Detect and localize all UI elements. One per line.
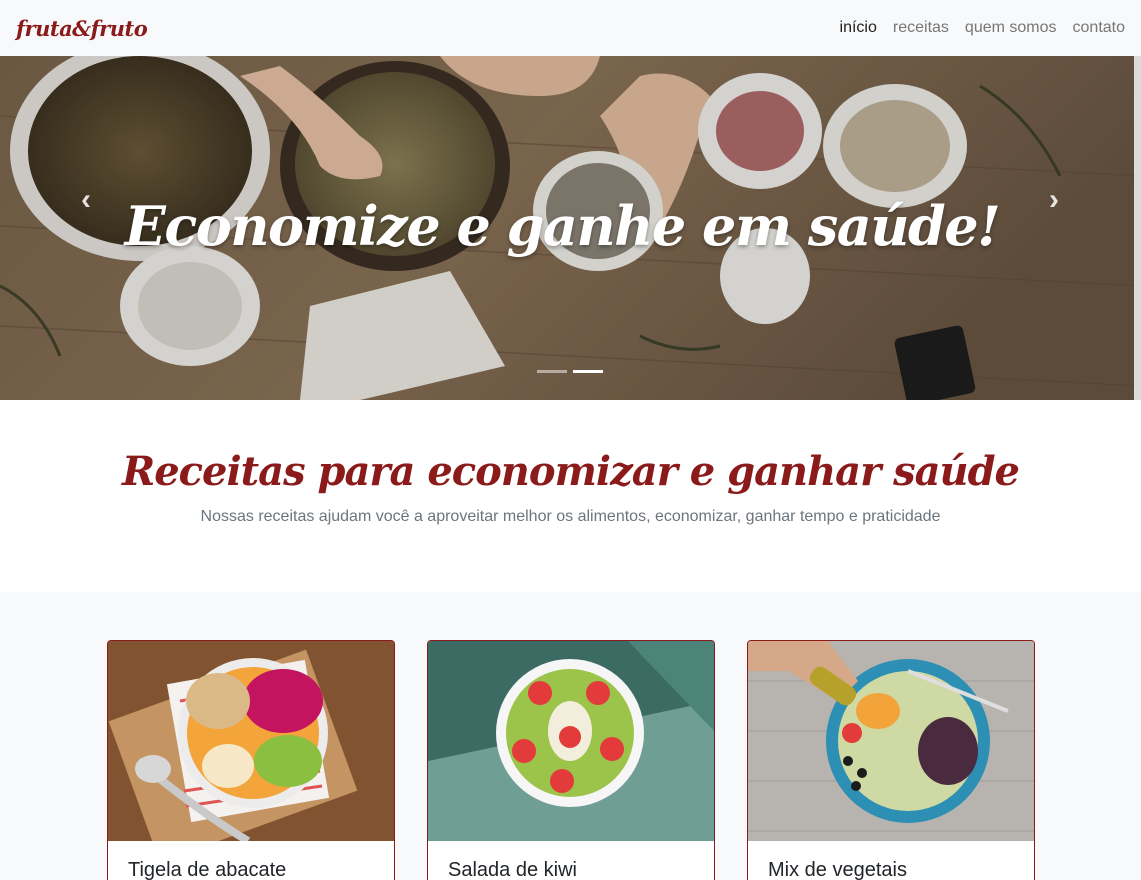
nav-links: início receitas quem somos contato	[840, 19, 1125, 37]
nav-link-inicio[interactable]: início	[840, 19, 877, 37]
recipe-card-title[interactable]: Tigela de abacate	[128, 859, 286, 880]
slide-edge	[1134, 56, 1141, 400]
section-title: Receitas para economizar e ganhar saúde	[121, 448, 1020, 495]
recipe-image-vegetable-mix	[748, 641, 1034, 841]
navbar: fruta&fruto início receitas quem somos c…	[0, 0, 1141, 56]
recipe-card-title[interactable]: Mix de vegetais	[768, 859, 907, 880]
recipe-image-avocado-bowl	[108, 641, 394, 841]
hero-carousel: ‹ › Economize e ganhe em saúde!	[0, 56, 1141, 400]
brand-logo[interactable]: fruta&fruto	[16, 16, 148, 41]
carousel-indicator-1[interactable]	[537, 370, 567, 373]
recipes-section: Tigela de abacate Salada de kiwi Mix de …	[0, 592, 1141, 880]
nav-link-receitas[interactable]: receitas	[893, 19, 949, 37]
recipe-card[interactable]: Mix de vegetais	[747, 640, 1035, 880]
nav-link-quem-somos[interactable]: quem somos	[965, 19, 1057, 37]
nav-link-contato[interactable]: contato	[1073, 19, 1125, 37]
intro-section: Receitas para economizar e ganhar saúde …	[0, 400, 1141, 592]
section-subtitle: Nossas receitas ajudam você a aproveitar…	[200, 508, 941, 525]
recipe-card[interactable]: Salada de kiwi	[427, 640, 715, 880]
carousel-indicator-2[interactable]	[573, 370, 603, 373]
recipe-card[interactable]: Tigela de abacate	[107, 640, 395, 880]
recipe-image-kiwi-salad	[428, 641, 714, 841]
carousel-caption: Economize e ganhe em saúde!	[124, 194, 1001, 258]
carousel-indicators	[537, 370, 603, 373]
recipe-card-title[interactable]: Salada de kiwi	[448, 859, 577, 880]
